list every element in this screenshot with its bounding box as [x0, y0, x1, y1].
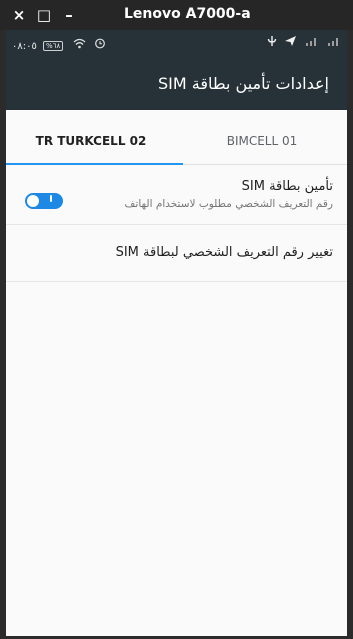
- alarm-icon: [94, 37, 106, 52]
- lock-sim-subtitle: رقم التعريف الشخصي مطلوب لاستخدام الهاتف: [124, 198, 333, 210]
- change-pin-title: تغيير رقم التعريف الشخصي لبطاقة SIM: [115, 245, 333, 260]
- toggle-knob: [27, 195, 39, 207]
- battery-icon: %٦٨: [43, 41, 64, 51]
- app-bar: إعدادات تأمين بطاقة SIM: [6, 60, 347, 110]
- tab-sim-bimcell[interactable]: BIMCELL 01: [177, 118, 347, 164]
- page-title: إعدادات تأمين بطاقة SIM: [158, 74, 329, 93]
- lock-sim-toggle[interactable]: [25, 193, 63, 209]
- status-clock: ٠٨:٠٥: [12, 41, 37, 52]
- toggle-on-mark: [50, 195, 52, 202]
- status-bar: ٠٨:٠٥ %٦٨: [6, 30, 347, 60]
- sim-tabs: TR TURKCELL 02 BIMCELL 01: [6, 118, 347, 165]
- lock-sim-title: تأمين بطاقة SIM: [241, 179, 333, 194]
- send-icon: [284, 35, 297, 50]
- lock-sim-setting[interactable]: تأمين بطاقة SIM رقم التعريف الشخصي مطلوب…: [6, 166, 347, 225]
- status-left: ٠٨:٠٥ %٦٨: [12, 37, 106, 52]
- change-pin-setting[interactable]: تغيير رقم التعريف الشخصي لبطاقة SIM: [6, 225, 347, 282]
- signal-icon-sim1: [305, 36, 319, 50]
- device-screen: ٠٨:٠٥ %٦٨ إعدادات تأمين بطاقة SIM TR TUR…: [6, 30, 347, 636]
- tab-indicator: [6, 163, 183, 165]
- minimize-window-icon[interactable]: –: [60, 6, 78, 24]
- tab-sim-turkcell[interactable]: TR TURKCELL 02: [6, 118, 176, 164]
- window-title-bar: × □ – Lenovo A7000-a: [0, 0, 353, 30]
- window-title: Lenovo A7000-a: [124, 6, 251, 22]
- maximize-window-icon[interactable]: □: [35, 6, 53, 24]
- close-window-icon[interactable]: ×: [10, 6, 28, 24]
- status-right: [263, 35, 341, 50]
- wifi-icon: [73, 38, 86, 52]
- usb-icon: [267, 35, 277, 50]
- signal-icon-sim2: [327, 36, 341, 50]
